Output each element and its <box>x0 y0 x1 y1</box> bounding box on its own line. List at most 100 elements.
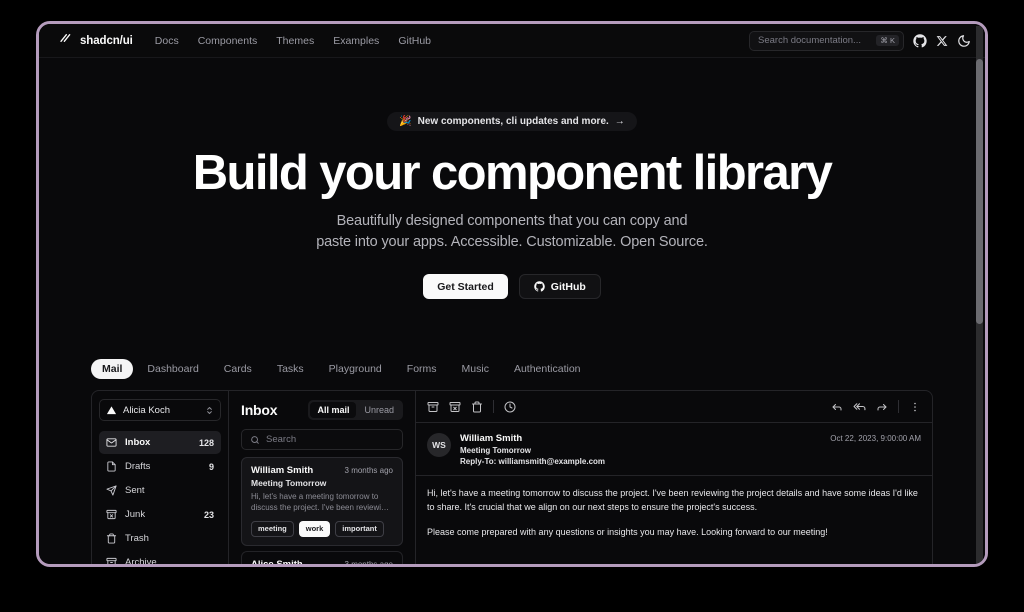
sidebar-item-count: 128 <box>198 437 214 448</box>
mail-body-paragraph: Hi, let's have a meeting tomorrow to dis… <box>427 488 918 513</box>
archive-icon[interactable] <box>427 401 439 413</box>
sidebar-item-inbox[interactable]: Inbox 128 <box>99 431 221 455</box>
mail-reader-reply-to: Reply-To: williamsmith@example.com <box>460 457 606 467</box>
page-content: shadcn/ui Docs Components Themes Example… <box>39 24 985 564</box>
mail-item-time: 3 months ago <box>344 466 393 476</box>
vercel-triangle-icon <box>106 405 117 416</box>
mail-reader-sender: William Smith <box>460 433 523 445</box>
examples-tabs: Mail Dashboard Cards Tasks Playground Fo… <box>39 359 985 380</box>
archive-x-icon <box>106 509 117 520</box>
mail-reader-body: Hi, let's have a meeting tomorrow to dis… <box>416 476 932 540</box>
reply-all-icon[interactable] <box>853 400 866 413</box>
account-name: Alicia Koch <box>123 404 170 416</box>
nav-link-examples[interactable]: Examples <box>333 35 379 47</box>
tab-mail[interactable]: Mail <box>91 359 134 380</box>
sidebar-item-label: Archive <box>125 557 157 564</box>
nav-link-github[interactable]: GitHub <box>398 35 431 47</box>
clock-snooze-icon[interactable] <box>504 401 516 413</box>
hero-actions: Get Started GitHub <box>39 274 985 300</box>
mail-filter-toggle: All mail Unread <box>308 400 403 421</box>
hero-subtitle: Beautifully designed components that you… <box>39 211 985 252</box>
header-actions: Search documentation... ⌘ K <box>749 30 971 51</box>
announcement-badge[interactable]: 🎉 New components, cli updates and more. … <box>387 112 637 131</box>
page-scrollbar-thumb[interactable] <box>976 59 983 324</box>
mail-reader-toolbar <box>416 391 932 424</box>
sidebar-item-label: Trash <box>125 533 149 545</box>
announcement-text: New components, cli updates and more. <box>417 116 609 127</box>
sidebar-item-drafts[interactable]: Drafts 9 <box>99 455 221 478</box>
tab-forms[interactable]: Forms <box>396 359 448 379</box>
mail-list-pane: Inbox All mail Unread Search William Smi… <box>229 391 416 564</box>
page-scrollbar[interactable] <box>976 26 983 564</box>
status-badge[interactable]: work <box>298 520 331 537</box>
hero-subtitle-line-2: paste into your apps. Accessible. Custom… <box>316 233 708 250</box>
theme-toggle-moon-icon[interactable] <box>957 34 971 48</box>
site-header: shadcn/ui Docs Components Themes Example… <box>39 24 985 58</box>
mail-search-input[interactable]: Search <box>241 429 403 451</box>
browser-frame: shadcn/ui Docs Components Themes Example… <box>36 21 988 567</box>
trash-icon <box>106 533 117 544</box>
sidebar-item-junk[interactable]: Junk 23 <box>99 503 221 526</box>
mail-reader-pane: WS William Smith Meeting Tomorrow Reply-… <box>416 391 932 564</box>
chevrons-up-down-icon <box>205 406 214 415</box>
mail-reader-meta: William Smith Meeting Tomorrow Reply-To:… <box>460 433 605 466</box>
trash-icon[interactable] <box>471 401 483 413</box>
mail-app-demo: Alicia Koch Inbox 128 Drafts 9 Sent Junk… <box>91 390 933 564</box>
get-started-button[interactable]: Get Started <box>423 274 508 300</box>
archive-x-icon[interactable] <box>449 401 461 413</box>
tab-music[interactable]: Music <box>451 359 500 379</box>
sidebar-item-archive[interactable]: Archive <box>99 551 221 564</box>
mail-item-preview: Hi, let's have a meeting tomorrow to dis… <box>251 492 390 512</box>
tab-authentication[interactable]: Authentication <box>503 359 592 379</box>
list-item[interactable]: Alice Smith 3 months ago <box>241 550 403 564</box>
github-button[interactable]: GitHub <box>518 274 601 300</box>
mail-search-placeholder: Search <box>266 434 297 446</box>
nav-link-docs[interactable]: Docs <box>155 35 179 47</box>
mail-items: William Smith 3 months ago Meeting Tomor… <box>229 457 415 564</box>
slash-logo-icon <box>57 30 73 51</box>
brand[interactable]: shadcn/ui <box>57 30 133 51</box>
sidebar-item-label: Junk <box>125 509 146 521</box>
filter-unread[interactable]: Unread <box>357 402 401 418</box>
search-placeholder: Search documentation... <box>758 35 861 46</box>
send-icon <box>106 485 117 496</box>
main-nav: Docs Components Themes Examples GitHub <box>155 35 431 47</box>
archive-icon <box>106 557 117 564</box>
sidebar-item-label: Inbox <box>125 437 151 449</box>
nav-link-components[interactable]: Components <box>198 35 258 47</box>
x-twitter-icon[interactable] <box>936 35 948 47</box>
github-icon <box>534 281 545 292</box>
tab-cards[interactable]: Cards <box>213 359 263 379</box>
mail-reader-subject: Meeting Tomorrow <box>460 446 531 456</box>
account-switcher[interactable]: Alicia Koch <box>99 399 221 422</box>
tab-playground[interactable]: Playground <box>318 359 393 379</box>
mail-item-header: Alice Smith 3 months ago <box>251 559 393 564</box>
status-badge[interactable]: important <box>335 520 384 537</box>
mail-body-paragraph: Please come prepared with any questions … <box>427 526 828 537</box>
mail-reader-header: WS William Smith Meeting Tomorrow Reply-… <box>416 423 932 477</box>
nav-link-themes[interactable]: Themes <box>276 35 314 47</box>
mail-search-wrapper: Search <box>229 427 415 457</box>
mail-list-header: Inbox All mail Unread <box>229 391 415 427</box>
tab-tasks[interactable]: Tasks <box>266 359 315 379</box>
tab-dashboard[interactable]: Dashboard <box>136 359 209 379</box>
search-input[interactable]: Search documentation... ⌘ K <box>749 30 904 51</box>
github-button-label: GitHub <box>550 280 586 293</box>
github-icon[interactable] <box>913 33 927 48</box>
search-icon <box>250 435 260 445</box>
mail-item-time: 3 months ago <box>345 560 393 564</box>
mail-item-sender: William Smith <box>251 465 314 477</box>
forward-icon[interactable] <box>876 401 888 413</box>
list-item[interactable]: William Smith 3 months ago Meeting Tomor… <box>241 457 403 546</box>
mail-item-tags: meeting work important <box>251 520 393 537</box>
sidebar-item-sent[interactable]: Sent <box>99 479 221 502</box>
filter-all-mail[interactable]: All mail <box>310 402 357 419</box>
sidebar-item-label: Drafts <box>125 461 151 473</box>
mail-sidebar: Alicia Koch Inbox 128 Drafts 9 Sent Junk… <box>92 391 229 564</box>
sidebar-item-trash[interactable]: Trash <box>99 527 221 550</box>
reply-icon[interactable] <box>831 401 843 413</box>
status-badge[interactable]: meeting <box>251 520 294 537</box>
more-vertical-icon[interactable] <box>909 401 921 413</box>
mail-item-sender: Alice Smith <box>251 559 303 564</box>
party-popper-icon: 🎉 <box>399 116 412 127</box>
